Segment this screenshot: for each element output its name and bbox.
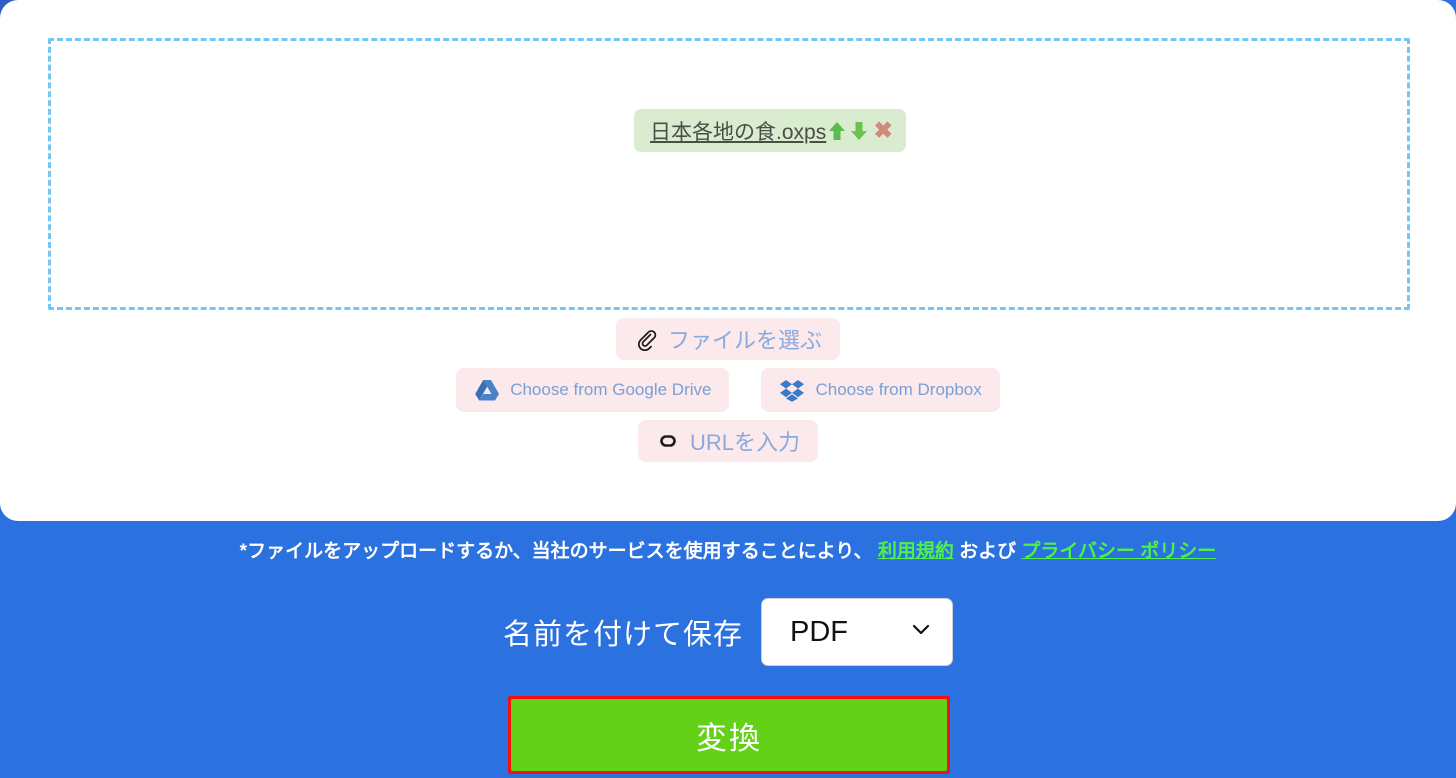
close-x-icon[interactable]: ✖	[870, 118, 893, 144]
google-drive-label: Choose from Google Drive	[510, 380, 712, 399]
uploaded-file-name[interactable]: 日本各地の食.oxps	[650, 116, 826, 146]
google-drive-icon	[474, 378, 500, 402]
enter-url-row: URLを入力	[637, 420, 818, 462]
cloud-source-row: Choose from Google Drive Choose from Dro…	[456, 368, 1000, 412]
output-format-select[interactable]: PDF	[761, 598, 953, 666]
link-chain-icon	[656, 430, 680, 452]
file-drop-zone[interactable]: 日本各地の食.oxps ✖	[48, 38, 1410, 310]
choose-file-label: ファイルを選ぶ	[667, 328, 822, 353]
privacy-policy-link[interactable]: プライバシー ポリシー	[1021, 541, 1216, 562]
arrow-up-icon[interactable]	[826, 118, 848, 144]
save-as-row: 名前を付けて保存 PDF	[0, 598, 1456, 666]
enter-url-label: URLを入力	[689, 430, 800, 455]
dropbox-icon	[779, 378, 805, 402]
enter-url-button[interactable]: URLを入力	[637, 420, 818, 462]
disclaimer-middle: および	[953, 541, 1022, 562]
terms-disclaimer: *ファイルをアップロードするか、当社のサービスを使用することにより、 利用規約 …	[0, 536, 1456, 563]
disclaimer-prefix: *ファイルをアップロードするか、当社のサービスを使用することにより、	[239, 541, 878, 562]
terms-of-service-link[interactable]: 利用規約	[878, 541, 954, 562]
page-root: 日本各地の食.oxps ✖ ファイルを選ぶ Choose from Google…	[0, 0, 1456, 778]
paperclip-icon	[634, 327, 658, 351]
arrow-down-icon[interactable]	[848, 118, 870, 144]
upload-card: 日本各地の食.oxps ✖ ファイルを選ぶ Choose from Google…	[0, 0, 1456, 521]
save-as-label: 名前を付けて保存	[502, 619, 743, 651]
uploaded-file-chip[interactable]: 日本各地の食.oxps ✖	[634, 109, 907, 152]
file-source-buttons: ファイルを選ぶ Choose from Google Drive Choose …	[0, 318, 1456, 462]
output-format-wrap: PDF	[761, 598, 953, 666]
convert-button[interactable]: 変換	[511, 699, 947, 771]
dropbox-label: Choose from Dropbox	[815, 380, 982, 399]
choose-file-row: ファイルを選ぶ	[615, 318, 840, 360]
convert-button-highlight: 変換	[508, 696, 950, 774]
google-drive-button[interactable]: Choose from Google Drive	[456, 368, 730, 412]
choose-file-button[interactable]: ファイルを選ぶ	[615, 318, 840, 360]
dropbox-button[interactable]: Choose from Dropbox	[761, 368, 1000, 412]
